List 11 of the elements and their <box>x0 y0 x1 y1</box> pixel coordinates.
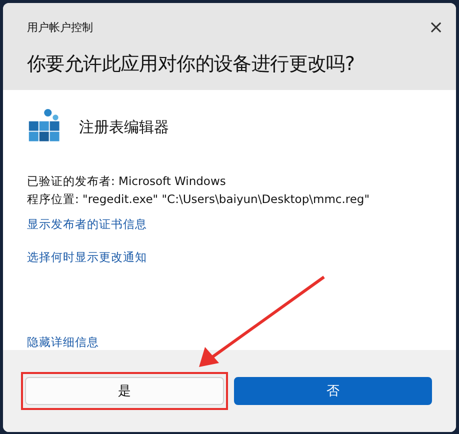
yes-button[interactable]: 是 <box>25 377 224 406</box>
dialog-question: 你要允许此应用对你的设备进行更改吗? <box>27 52 356 77</box>
detail-text: 已验证的发布者: Microsoft Windows <box>27 174 227 190</box>
window-title: 用户帐户控制 <box>27 20 93 34</box>
app-name: 注册表编辑器 <box>79 118 169 137</box>
link[interactable]: 选择何时显示更改通知 <box>27 250 147 266</box>
link[interactable]: 显示发布者的证书信息 <box>27 217 147 232</box>
detail-text: 程序位置: "regedit.exe" "C:\Users\baiyun\Desktop\mmc.reg" <box>27 192 370 208</box>
close-button[interactable]: × <box>418 12 454 42</box>
no-button[interactable]: 否 <box>234 377 432 406</box>
link[interactable]: 隐藏详细信息 <box>27 335 99 350</box>
